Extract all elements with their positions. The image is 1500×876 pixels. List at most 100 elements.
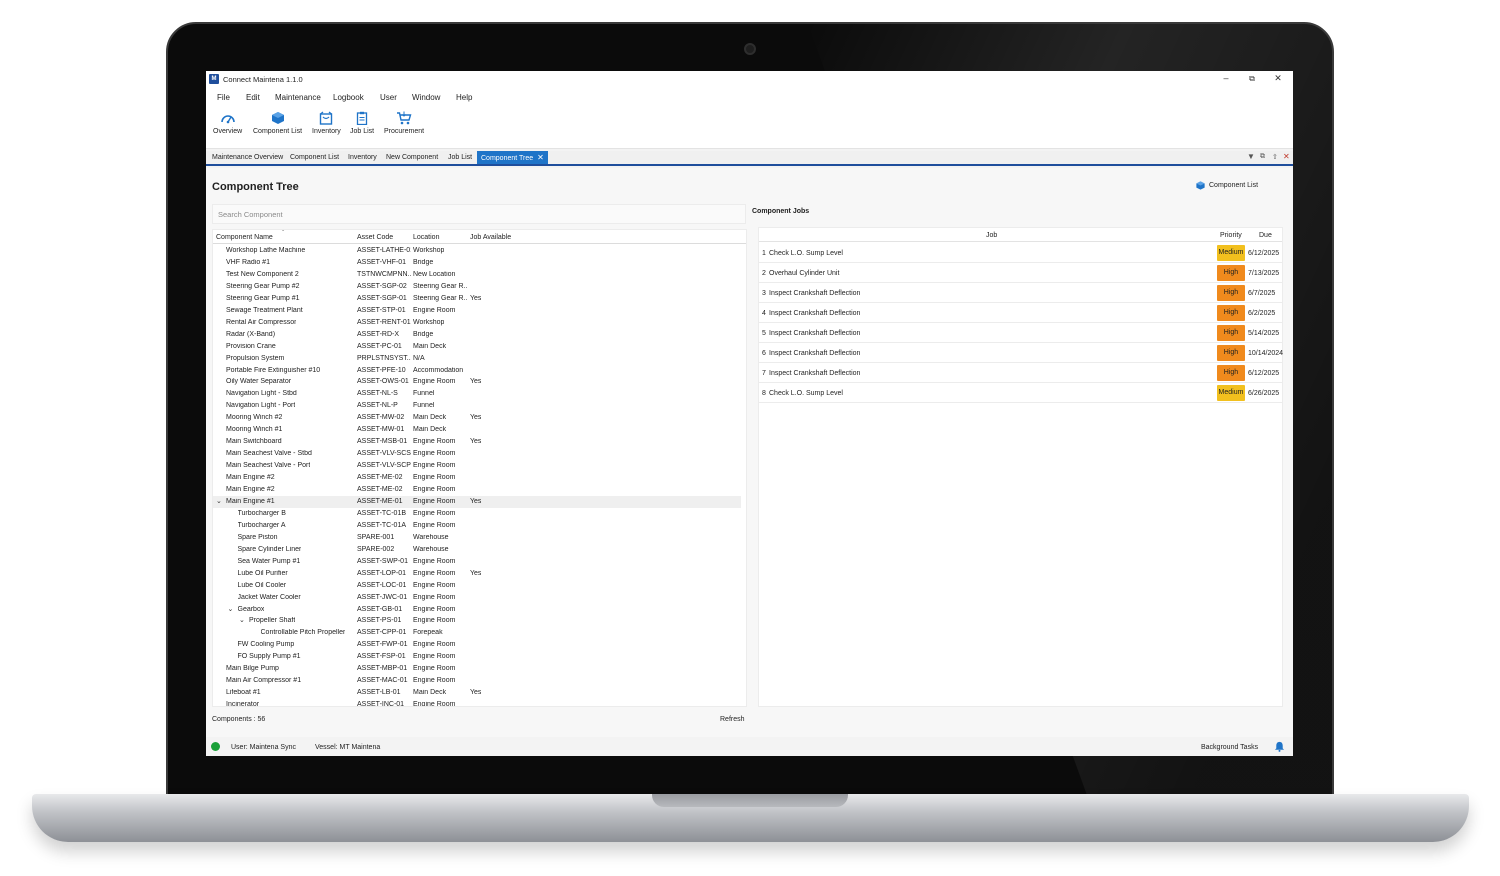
job-row[interactable]: 8 Check L.O. Sump Level Medium 6/26/2025 <box>759 383 1282 403</box>
menu-edit[interactable]: Edit <box>246 93 260 102</box>
toolbar-component-list-button[interactable]: Component List <box>253 111 302 135</box>
menu-help[interactable]: Help <box>456 93 472 102</box>
tree-row[interactable]: Navigation Light - Stbd ASSET-NL-S Funnel <box>213 388 741 400</box>
column-header-asset-code[interactable]: Asset Code <box>357 234 393 241</box>
chevron-down-icon[interactable]: ⌄ <box>239 616 245 624</box>
tree-row[interactable]: Steering Gear Pump #2 ASSET-SGP-02 Steerin… <box>213 281 741 293</box>
tree-row[interactable]: Oily Water Separator ASSET-OWS-01 Engine R… <box>213 376 741 388</box>
tree-row[interactable]: Controllable Pitch Propeller ASSET-CPP-01… <box>213 627 741 639</box>
component-name-cell: Turbocharger A <box>237 521 286 529</box>
location-cell: Main Deck <box>413 342 447 350</box>
toolbar-inventory-button[interactable]: Inventory <box>312 111 341 135</box>
tab-list-dropdown-icon[interactable]: ▼ <box>1247 152 1255 161</box>
minimize-button[interactable]: – <box>1220 73 1232 83</box>
job-row[interactable]: 7 Inspect Crankshaft Deflection High 6/12/2… <box>759 363 1282 383</box>
asset-code-cell: ASSET-OWS-01 <box>357 378 409 386</box>
component-name-cell: Gearbox <box>237 605 265 613</box>
refresh-button[interactable]: Refresh <box>720 716 745 723</box>
location-cell: Engine Room <box>413 462 456 470</box>
tree-row[interactable]: Rental Air Compressor ASSET-RENT-01 Worksh… <box>213 317 741 329</box>
tab-pin-icon[interactable]: ⇧ <box>1272 153 1278 161</box>
location-cell: Engine Room <box>413 581 456 589</box>
tree-row[interactable]: Main Bilge Pump ASSET-MBP-01 Engine Room <box>213 663 741 675</box>
column-header-job-available[interactable]: Job Available <box>470 234 511 241</box>
tree-row[interactable]: Main Engine #2 ASSET-ME-02 Engine Room <box>213 484 741 496</box>
column-header-location[interactable]: Location <box>413 234 439 241</box>
menu-user[interactable]: User <box>380 93 397 102</box>
column-header-component-name[interactable]: Component Name <box>216 234 273 241</box>
tab-close-icon[interactable]: ✕ <box>537 153 544 162</box>
location-cell: Engine Room <box>413 521 456 529</box>
tab-new-component[interactable]: New Component <box>382 151 442 164</box>
tree-row[interactable]: Spare Piston SPARE-001 Warehouse <box>213 532 741 544</box>
job-row[interactable]: 3 Inspect Crankshaft Deflection High 6/7/20… <box>759 283 1282 303</box>
column-header-priority[interactable]: Priority <box>1220 232 1242 239</box>
tree-row[interactable]: Navigation Light - Port ASSET-NL-P Funnel <box>213 400 741 412</box>
cart-icon <box>397 111 412 125</box>
column-header-due[interactable]: Due <box>1259 232 1272 239</box>
tree-row[interactable]: Radar (X-Band) ASSET-RD-X Bridge <box>213 329 741 341</box>
tree-row[interactable]: Jacket Water Cooler ASSET-JWC-01 Engine Ro… <box>213 592 741 604</box>
chevron-down-icon[interactable]: ⌄ <box>216 497 222 505</box>
job-row[interactable]: 6 Inspect Crankshaft Deflection High 10/14/… <box>759 343 1283 363</box>
tree-row[interactable]: Incinerator ASSET-INC-01 Engine Room <box>213 699 741 706</box>
tab-component-tree[interactable]: Component Tree ✕ <box>477 151 548 164</box>
tree-row[interactable]: Mooring Winch #2 ASSET-MW-02 Main Deck Yes <box>213 412 741 424</box>
toolbar-overview-button[interactable]: Overview <box>213 111 242 135</box>
background-tasks-button[interactable]: Background Tasks <box>1201 744 1258 751</box>
tree-row[interactable]: FW Cooling Pump ASSET-FWP-01 Engine Room <box>213 639 741 651</box>
menu-file[interactable]: File <box>217 93 230 102</box>
tab-maintenance-overview[interactable]: Maintenance Overview <box>208 151 287 164</box>
tab-inventory[interactable]: Inventory <box>344 151 381 164</box>
tree-row[interactable]: Lifeboat #1 ASSET-LB-01 Main Deck Yes <box>213 687 741 699</box>
title-bar: M Connect Maintena 1.1.0 – ⧉ ✕ <box>206 71 1293 88</box>
tree-row[interactable]: Sewage Treatment Plant ASSET-STP-01 Engine… <box>213 305 741 317</box>
toolbar-job-list-button[interactable]: Job List <box>350 111 374 135</box>
tab-float-icon[interactable]: ⧉ <box>1260 153 1265 161</box>
job-row[interactable]: 2 Overhaul Cylinder Unit High 7/13/2025 <box>759 263 1282 283</box>
tree-row[interactable]: Main Switchboard ASSET-MSB-01 Engine Room Y… <box>213 436 741 448</box>
restore-button[interactable]: ⧉ <box>1246 74 1258 84</box>
chevron-down-icon[interactable]: ⌄ <box>228 605 234 613</box>
tab-component-list[interactable]: Component List <box>286 151 343 164</box>
tree-row[interactable]: Main Seachest Valve - Port ASSET-VLV-SCP E… <box>213 460 741 472</box>
job-row[interactable]: 5 Inspect Crankshaft Deflection High 5/14/2… <box>759 323 1282 343</box>
tree-row[interactable]: Main Air Compressor #1 ASSET-MAC-01 Engine… <box>213 675 741 687</box>
tree-row[interactable]: Steering Gear Pump #1 ASSET-SGP-01 Steerin… <box>213 293 741 305</box>
tree-row[interactable]: Portable Fire Extinguisher #10 ASSET-PFE-… <box>213 365 741 377</box>
toolbar-procurement-button[interactable]: Procurement <box>384 111 424 135</box>
tree-row[interactable]: ⌄ Propeller Shaft ASSET-PS-01 Engine Room <box>213 615 741 627</box>
tree-row[interactable]: Spare Cylinder Liner SPARE-002 Warehouse <box>213 544 741 556</box>
component-name-cell: Radar (X-Band) <box>226 330 276 338</box>
tree-row[interactable]: Turbocharger A ASSET-TC-01A Engine Room <box>213 520 741 532</box>
tree-row[interactable]: Test New Component 2 TSTNWCMPNN... New Loc… <box>213 269 741 281</box>
tree-row[interactable]: ⌄ Main Engine #1 ASSET-ME-01 Engine Room Yes <box>213 495 741 508</box>
tab-bar-close-icon[interactable]: ✕ <box>1283 152 1290 161</box>
search-input[interactable] <box>213 205 745 223</box>
tree-row[interactable]: Turbocharger B ASSET-TC-01B Engine Room <box>213 508 741 520</box>
menu-window[interactable]: Window <box>412 93 440 102</box>
job-row[interactable]: 1 Check L.O. Sump Level Medium 6/12/2025 <box>759 243 1282 263</box>
tree-row[interactable]: Lube Oil Cooler ASSET-LOC-01 Engine Room <box>213 580 741 592</box>
column-header-job[interactable]: Job <box>986 232 997 239</box>
job-row[interactable]: 4 Inspect Crankshaft Deflection High 6/2/20… <box>759 303 1282 323</box>
tab-job-list[interactable]: Job List <box>444 151 476 164</box>
tree-row[interactable]: Lube Oil Purifier ASSET-LOP-01 Engine Room… <box>213 568 741 580</box>
notification-bell-icon[interactable] <box>1274 741 1285 752</box>
component-name-cell: Lifeboat #1 <box>226 689 261 697</box>
tree-row[interactable]: Sea Water Pump #1 ASSET-SWP-01 Engine Room <box>213 556 741 568</box>
component-name-cell: Spare Piston <box>237 533 278 541</box>
tree-row[interactable]: ⌄ Gearbox ASSET-GB-01 Engine Room <box>213 604 741 616</box>
menu-bar: File Edit Maintenance Logbook User Windo… <box>206 88 1293 106</box>
menu-logbook[interactable]: Logbook <box>333 93 364 102</box>
tree-row[interactable]: Workshop Lathe Machine ASSET-LATHE-01 Work… <box>213 245 741 257</box>
tree-row[interactable]: Main Engine #2 ASSET-ME-02 Engine Room <box>213 472 741 484</box>
menu-maintenance[interactable]: Maintenance <box>275 93 321 102</box>
tree-row[interactable]: FO Supply Pump #1 ASSET-FSP-01 Engine Room <box>213 651 741 663</box>
close-window-button[interactable]: ✕ <box>1272 73 1284 84</box>
tree-row[interactable]: Propulsion System PRPLSTNSYST... N/A <box>213 353 741 365</box>
tree-row[interactable]: Provision Crane ASSET-PC-01 Main Deck <box>213 341 741 353</box>
tree-row[interactable]: Main Seachest Valve - Stbd ASSET-VLV-SCS E… <box>213 448 741 460</box>
tree-row[interactable]: Mooring Winch #1 ASSET-MW-01 Main Deck <box>213 424 741 436</box>
tree-row[interactable]: VHF Radio #1 ASSET-VHF-01 Bridge <box>213 257 741 269</box>
